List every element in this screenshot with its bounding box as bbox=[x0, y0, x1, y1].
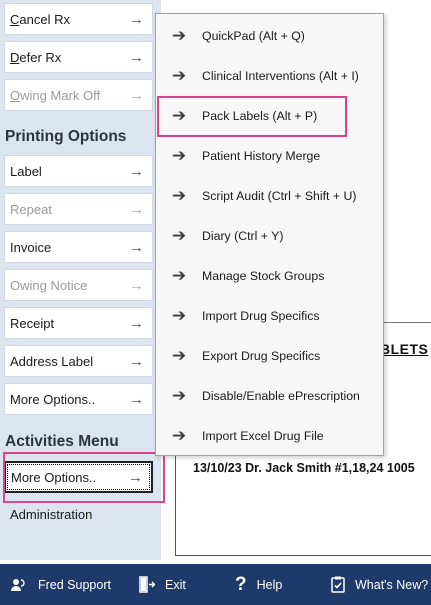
printing-more-options-button[interactable]: More Options.. → bbox=[4, 383, 153, 415]
menu-item-import-drug-specifics[interactable]: ➔ Import Drug Specifics bbox=[156, 296, 383, 336]
accel-key: D bbox=[10, 49, 20, 65]
more-options-popup-menu: ➔ QuickPad (Alt + Q) ➔ Clinical Interven… bbox=[155, 13, 384, 456]
menu-item-label: Script Audit (Ctrl + Shift + U) bbox=[202, 189, 357, 203]
menu-item-export-drug-specifics[interactable]: ➔ Export Drug Specifics bbox=[156, 336, 383, 376]
menu-item-label: Export Drug Specifics bbox=[202, 349, 321, 363]
menu-item-clinical-interventions[interactable]: ➔ Clinical Interventions (Alt + I) bbox=[156, 56, 383, 96]
button-label: Administration bbox=[10, 506, 93, 522]
arrow-right-icon: ➔ bbox=[171, 266, 187, 285]
invoice-button[interactable]: Invoice → bbox=[4, 231, 153, 263]
repeat-button[interactable]: Repeat → bbox=[4, 193, 153, 225]
exit-button[interactable]: Exit bbox=[139, 564, 186, 605]
menu-item-import-excel-drug-file[interactable]: ➔ Import Excel Drug File bbox=[156, 416, 383, 456]
button-label: Label bbox=[10, 163, 42, 179]
menu-item-label: Diary (Ctrl + Y) bbox=[202, 229, 284, 243]
owing-mark-off-label: Owing Mark Off bbox=[10, 88, 100, 103]
menu-item-diary[interactable]: ➔ Diary (Ctrl + Y) bbox=[156, 216, 383, 256]
arrow-right-icon: ➔ bbox=[171, 386, 187, 405]
highlight-box bbox=[3, 452, 165, 503]
button-label: Fred Support bbox=[38, 577, 111, 592]
menu-item-script-audit[interactable]: ➔ Script Audit (Ctrl + Shift + U) bbox=[156, 176, 383, 216]
button-label: Receipt bbox=[10, 315, 55, 331]
arrow-right-icon: → bbox=[129, 314, 144, 332]
label-rest: wing Mark Off bbox=[20, 87, 101, 103]
arrow-right-icon: ➔ bbox=[171, 66, 187, 85]
button-label: Owing Notice bbox=[10, 277, 88, 293]
document-title: BLETS bbox=[380, 341, 429, 357]
cancel-rx-label: Cancel Rx bbox=[10, 12, 70, 27]
support-icon bbox=[11, 578, 25, 591]
defer-rx-button[interactable]: Defer Rx → bbox=[4, 41, 153, 73]
whats-new-icon bbox=[331, 576, 345, 593]
arrow-right-icon: → bbox=[129, 86, 144, 104]
arrow-right-icon: → bbox=[129, 276, 144, 294]
defer-rx-label: Defer Rx bbox=[10, 50, 61, 65]
accel-key: C bbox=[10, 11, 20, 27]
menu-item-manage-stock-groups[interactable]: ➔ Manage Stock Groups bbox=[156, 256, 383, 296]
menu-item-label: Patient History Merge bbox=[202, 149, 321, 163]
arrow-right-icon: ➔ bbox=[171, 426, 187, 445]
arrow-right-icon: ➔ bbox=[171, 306, 187, 325]
highlight-box bbox=[157, 96, 347, 137]
label-rest: efer Rx bbox=[19, 49, 62, 65]
arrow-right-icon: ➔ bbox=[171, 186, 187, 205]
accel-key: O bbox=[10, 87, 21, 103]
menu-item-label: Import Excel Drug File bbox=[202, 429, 324, 443]
help-icon: ? bbox=[235, 573, 247, 595]
menu-item-quickpad[interactable]: ➔ QuickPad (Alt + Q) bbox=[156, 16, 383, 56]
activities-menu-heading: Activities Menu bbox=[5, 433, 119, 450]
menu-item-label: Manage Stock Groups bbox=[202, 269, 325, 283]
arrow-right-icon: → bbox=[129, 162, 144, 180]
arrow-right-icon: → bbox=[129, 390, 144, 408]
arrow-right-icon: → bbox=[129, 352, 144, 370]
cancel-rx-button[interactable]: Cancel Rx → bbox=[4, 3, 153, 35]
menu-item-label: Clinical Interventions (Alt + I) bbox=[202, 69, 359, 83]
menu-item-disable-enable-eprescription[interactable]: ➔ Disable/Enable ePrescription bbox=[156, 376, 383, 416]
whats-new-button[interactable]: What's New? bbox=[331, 564, 428, 605]
arrow-right-icon: ➔ bbox=[171, 226, 187, 245]
bottom-toolbar: Fred Support Exit ? Help What's New? bbox=[0, 564, 431, 605]
exit-icon bbox=[139, 576, 155, 593]
arrow-right-icon: ➔ bbox=[171, 346, 187, 365]
document-line: 13/10/23 Dr. Jack Smith #1,18,24 1005 bbox=[193, 461, 415, 475]
arrow-right-icon: → bbox=[129, 10, 144, 28]
menu-item-label: QuickPad (Alt + Q) bbox=[202, 29, 305, 43]
arrow-right-icon: → bbox=[129, 200, 144, 218]
label-rest: ancel Rx bbox=[19, 11, 70, 27]
receipt-button[interactable]: Receipt → bbox=[4, 307, 153, 339]
button-label: What's New? bbox=[355, 577, 429, 592]
fred-support-button[interactable]: Fred Support bbox=[10, 564, 111, 605]
button-label: Exit bbox=[165, 577, 186, 592]
button-label: Help bbox=[256, 577, 283, 592]
printing-options-heading: Printing Options bbox=[5, 128, 127, 145]
arrow-right-icon: → bbox=[129, 238, 144, 256]
button-label: Address Label bbox=[10, 353, 94, 369]
menu-item-label: Import Drug Specifics bbox=[202, 309, 320, 323]
label-button[interactable]: Label → bbox=[4, 155, 153, 187]
menu-item-label: Disable/Enable ePrescription bbox=[202, 389, 360, 403]
arrow-right-icon: ➔ bbox=[171, 146, 187, 165]
owing-mark-off-button[interactable]: Owing Mark Off → bbox=[4, 79, 153, 111]
address-label-button[interactable]: Address Label → bbox=[4, 345, 153, 377]
button-label: Repeat bbox=[10, 201, 52, 217]
help-button[interactable]: ? Help bbox=[235, 564, 282, 605]
menu-item-patient-history-merge[interactable]: ➔ Patient History Merge bbox=[156, 136, 383, 176]
button-label: Invoice bbox=[10, 239, 52, 255]
button-label: More Options.. bbox=[10, 391, 96, 407]
owing-notice-button[interactable]: Owing Notice → bbox=[4, 269, 153, 301]
arrow-right-icon: → bbox=[129, 48, 144, 66]
arrow-right-icon: ➔ bbox=[171, 26, 187, 45]
